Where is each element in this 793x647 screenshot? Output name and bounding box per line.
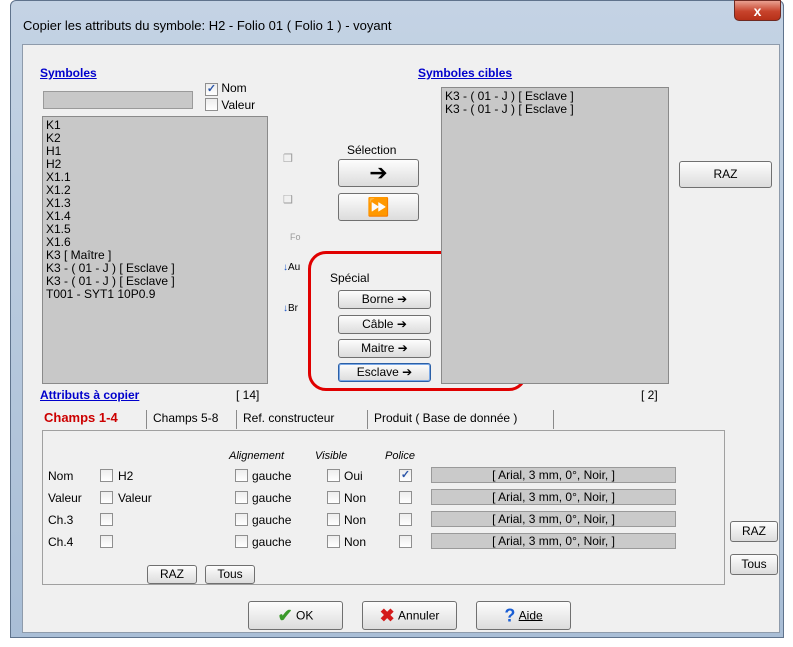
nom-label: Nom: [221, 81, 247, 95]
ch4-copy-checkbox[interactable]: [100, 535, 113, 548]
list-item[interactable]: X1.1: [46, 171, 264, 184]
attributes-tous-button[interactable]: Tous: [205, 565, 255, 584]
symbols-heading[interactable]: Symboles: [40, 66, 97, 80]
row-value-valeur: Valeur: [118, 491, 152, 505]
borne-button[interactable]: Borne ➔: [338, 290, 431, 309]
target-count: [ 2]: [641, 388, 658, 402]
nom-visible-checkbox[interactable]: [327, 469, 340, 482]
ch4-font-field[interactable]: [ Arial, 3 mm, 0°, Noir, ]: [431, 533, 676, 549]
row-visible-nom: Oui: [344, 469, 363, 483]
cable-button[interactable]: Câble ➔: [338, 315, 431, 334]
row-name-ch4: Ch.4: [48, 535, 74, 549]
transfer-selected-button[interactable]: ➔: [338, 159, 419, 187]
copy-all-icon[interactable]: ❑: [283, 193, 293, 206]
list-item[interactable]: K1: [46, 119, 264, 132]
attributes-raz-button[interactable]: RAZ: [147, 565, 197, 584]
symbols-count: [ 14]: [236, 388, 260, 402]
row-visible-ch3: Non: [344, 513, 367, 527]
cancel-button[interactable]: ✖ Annuler: [362, 601, 457, 630]
ok-button[interactable]: ✔ OK: [248, 601, 343, 630]
symbols-filter-input[interactable]: [43, 91, 193, 109]
row-name-nom: Nom: [48, 469, 74, 483]
cancel-x-icon: ✖: [379, 605, 395, 626]
list-item[interactable]: H2: [46, 158, 264, 171]
row-align-ch4: gauche: [252, 535, 292, 549]
valeur-police-checkbox[interactable]: [399, 491, 412, 504]
attributes-heading[interactable]: Attributs à copier: [40, 388, 139, 402]
col-police: Police: [385, 450, 415, 462]
close-button[interactable]: x: [734, 0, 781, 21]
row-name-valeur: Valeur: [48, 491, 82, 505]
side-tous-button[interactable]: Tous: [730, 554, 778, 575]
esclave-button[interactable]: Esclave ➔: [338, 363, 431, 382]
tab-champs-5-8[interactable]: Champs 5-8: [149, 408, 222, 430]
row-visible-valeur: Non: [344, 491, 367, 505]
tab-ref-constructeur[interactable]: Ref. constructeur: [239, 408, 338, 430]
target-symbols-list[interactable]: K3 - ( 01 - J ) [ Esclave ] K3 - ( 01 - …: [441, 87, 669, 384]
list-item[interactable]: X1.2: [46, 184, 264, 197]
nom-police-checkbox[interactable]: [399, 469, 412, 482]
row-align-nom: gauche: [252, 469, 292, 483]
attributes-panel: [42, 430, 725, 585]
nom-align-checkbox[interactable]: [235, 469, 248, 482]
row-name-ch3: Ch.3: [48, 513, 74, 527]
font-icon[interactable]: Fo: [290, 232, 301, 242]
ch3-copy-checkbox[interactable]: [100, 513, 113, 526]
list-item[interactable]: X1.3: [46, 197, 264, 210]
tab-champs-1-4[interactable]: Champs 1-4: [40, 408, 122, 430]
list-item[interactable]: K3 - ( 01 - J ) [ Esclave ]: [445, 103, 665, 116]
list-item[interactable]: X1.5: [46, 223, 264, 236]
row-visible-ch4: Non: [344, 535, 367, 549]
nom-copy-checkbox[interactable]: [100, 469, 113, 482]
arrow-right-icon: ➔: [369, 160, 388, 185]
selection-label: Sélection: [347, 143, 397, 157]
window-title: Copier les attributs du symbole: H2 - Fo…: [23, 18, 392, 33]
sort-down-icon[interactable]: ↓Br: [283, 303, 298, 314]
ch4-police-checkbox[interactable]: [399, 535, 412, 548]
valeur-copy-checkbox[interactable]: [100, 491, 113, 504]
valeur-checkbox[interactable]: [205, 98, 218, 111]
list-item[interactable]: T001 - SYT1 10P0.9: [46, 288, 264, 301]
maitre-button[interactable]: Maitre ➔: [338, 339, 431, 358]
ch3-font-field[interactable]: [ Arial, 3 mm, 0°, Noir, ]: [431, 511, 676, 527]
ch4-visible-checkbox[interactable]: [327, 535, 340, 548]
list-item[interactable]: X1.4: [46, 210, 264, 223]
double-arrow-right-icon: ⏩: [367, 197, 390, 217]
list-item[interactable]: K2: [46, 132, 264, 145]
nom-checkbox[interactable]: [205, 83, 218, 96]
valeur-visible-checkbox[interactable]: [327, 491, 340, 504]
ch3-police-checkbox[interactable]: [399, 513, 412, 526]
tab-produit[interactable]: Produit ( Base de donnée ): [370, 408, 521, 430]
close-icon: x: [753, 3, 762, 19]
row-align-valeur: gauche: [252, 491, 292, 505]
col-visible: Visible: [315, 450, 348, 462]
sort-up-icon[interactable]: ↓Au: [283, 262, 300, 273]
list-item[interactable]: H1: [46, 145, 264, 158]
side-raz-button[interactable]: RAZ: [730, 521, 778, 542]
ch3-align-checkbox[interactable]: [235, 513, 248, 526]
valeur-label: Valeur: [221, 98, 256, 112]
check-icon: ✔: [277, 605, 293, 626]
transfer-all-button[interactable]: ⏩: [338, 193, 419, 221]
target-symbols-heading[interactable]: Symboles cibles: [418, 66, 512, 80]
raz-top-button[interactable]: RAZ: [679, 161, 772, 188]
special-label: Spécial: [330, 271, 370, 285]
valeur-align-checkbox[interactable]: [235, 491, 248, 504]
copy-icon[interactable]: ❐: [283, 152, 293, 165]
ch3-visible-checkbox[interactable]: [327, 513, 340, 526]
question-icon: ?: [504, 605, 516, 626]
valeur-font-field[interactable]: [ Arial, 3 mm, 0°, Noir, ]: [431, 489, 676, 505]
symbols-list[interactable]: K1 K2 H1 H2 X1.1 X1.2 X1.3 X1.4 X1.5 X1.…: [42, 116, 268, 384]
row-align-ch3: gauche: [252, 513, 292, 527]
nom-font-field[interactable]: [ Arial, 3 mm, 0°, Noir, ]: [431, 467, 676, 483]
col-alignement: Alignement: [229, 450, 285, 462]
help-button[interactable]: ? Aide: [476, 601, 571, 630]
row-value-nom: H2: [118, 469, 134, 483]
ch4-align-checkbox[interactable]: [235, 535, 248, 548]
